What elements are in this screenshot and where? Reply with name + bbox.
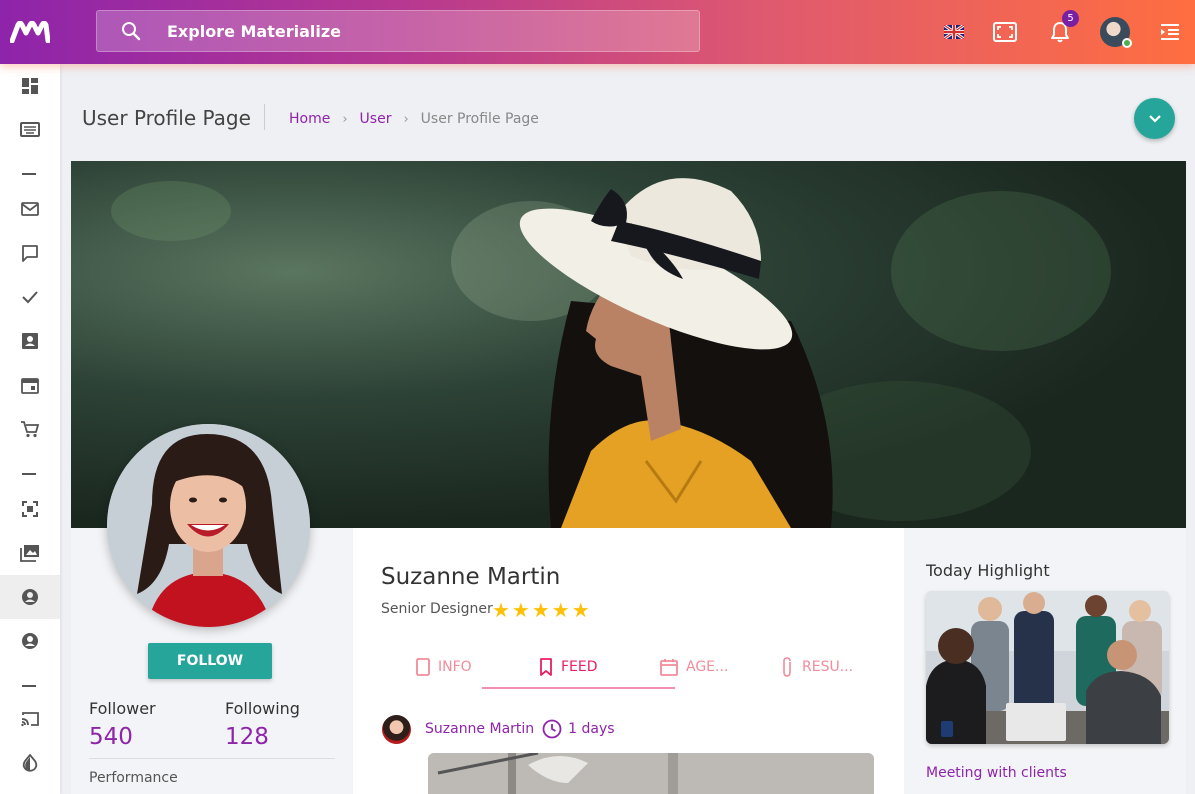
active-tab-indicator xyxy=(482,687,675,689)
materialize-logo[interactable] xyxy=(0,0,60,64)
follow-button[interactable]: FOLLOW xyxy=(148,643,272,679)
calendar-icon xyxy=(21,378,39,394)
profile-role: Senior Designer xyxy=(381,601,493,617)
clock-icon xyxy=(542,719,562,739)
sidebar-item-cast[interactable] xyxy=(0,697,60,741)
keyboard-icon xyxy=(20,122,40,137)
chat-icon xyxy=(22,245,38,262)
breadcrumb-current: User Profile Page xyxy=(420,111,539,127)
breadcrumb-user[interactable]: User xyxy=(360,111,392,127)
sidebar-item-mail[interactable] xyxy=(0,187,60,231)
contacts-icon xyxy=(22,333,38,349)
highlight-title: Today Highlight xyxy=(926,561,1050,580)
page-title: User Profile Page xyxy=(82,106,251,130)
sidebar-item-dashboard[interactable] xyxy=(0,64,60,108)
chevron-down-icon xyxy=(1148,114,1161,123)
chevron-right-icon: › xyxy=(342,111,348,127)
rating-stars: ★★★★★ xyxy=(492,598,592,622)
fullscreen-button[interactable] xyxy=(990,14,1020,50)
breadcrumb: Home › User › User Profile Page xyxy=(289,111,539,127)
user-avatar-button[interactable] xyxy=(1098,14,1132,50)
widgets-icon xyxy=(22,501,38,517)
sidebar-divider xyxy=(22,685,36,687)
follower-label: Follower xyxy=(89,699,156,718)
post-author-avatar xyxy=(382,714,411,744)
highlight-image[interactable] xyxy=(926,591,1169,744)
sidebar-item-contacts[interactable] xyxy=(0,319,60,363)
performance-label: Performance xyxy=(89,770,178,786)
paperclip-icon xyxy=(783,657,791,677)
profile-avatar-illustration xyxy=(107,424,310,627)
fullscreen-icon xyxy=(993,22,1017,42)
sidebar-divider xyxy=(22,473,36,475)
profile-picture xyxy=(107,424,310,627)
search-input[interactable]: Explore Materialize xyxy=(167,22,341,41)
follower-count: 540 xyxy=(89,724,133,750)
language-flag-button[interactable] xyxy=(940,14,968,50)
tab-label: AGE... xyxy=(686,659,729,675)
chevron-right-icon: › xyxy=(403,111,409,127)
sidebar-divider xyxy=(22,173,36,175)
check-icon xyxy=(22,291,38,304)
notifications-button[interactable]: 5 xyxy=(1046,10,1079,50)
bookmark-icon xyxy=(540,658,552,676)
post-image[interactable] xyxy=(428,753,874,794)
online-status-dot xyxy=(1122,38,1132,48)
actions-dropdown-button[interactable] xyxy=(1134,98,1175,139)
sidebar-item-widgets[interactable] xyxy=(0,487,60,531)
stats-divider xyxy=(89,758,335,759)
tab-resume[interactable]: RESU... xyxy=(780,654,853,680)
sidebar-item-calendar[interactable] xyxy=(0,363,60,407)
gallery-icon xyxy=(20,545,39,562)
invert-colors-icon xyxy=(22,754,38,772)
sidebar-item-templates[interactable] xyxy=(0,108,60,152)
following-label: Following xyxy=(225,699,300,718)
following-count: 128 xyxy=(225,724,269,750)
sidebar-item-user-profile[interactable] xyxy=(0,575,60,619)
notification-badge: 5 xyxy=(1062,10,1079,27)
uk-flag-icon xyxy=(944,25,964,39)
sidebar-item-chat[interactable] xyxy=(0,231,60,275)
post-author-name[interactable]: Suzanne Martin xyxy=(425,721,534,737)
highlight-caption[interactable]: Meeting with clients xyxy=(926,765,1067,781)
sidebar-item-users[interactable] xyxy=(0,619,60,663)
feed-post-header: Suzanne Martin 1 days xyxy=(382,714,615,744)
tab-info[interactable]: INFO xyxy=(416,654,472,680)
sidebar-item-ecommerce[interactable] xyxy=(0,407,60,451)
cart-icon xyxy=(21,421,40,438)
post-timestamp: 1 days xyxy=(542,719,615,739)
business-meeting-illustration xyxy=(926,591,1169,744)
cast-icon xyxy=(21,712,39,727)
tab-feed[interactable]: FEED xyxy=(539,654,598,680)
sidebar-item-gallery[interactable] xyxy=(0,531,60,575)
sidebar-item-theme[interactable] xyxy=(0,741,60,785)
dashboard-icon xyxy=(22,78,38,94)
tab-label: FEED xyxy=(561,659,598,675)
top-header: Explore Materialize 5 xyxy=(0,0,1195,64)
account-circle-icon xyxy=(22,633,38,649)
calendar-icon xyxy=(660,659,678,676)
account-circle-icon xyxy=(22,589,38,605)
tab-label: INFO xyxy=(438,659,472,675)
mail-icon xyxy=(21,202,39,216)
post-time-text: 1 days xyxy=(568,721,615,737)
sidebar xyxy=(0,64,60,794)
breadcrumb-home[interactable]: Home xyxy=(289,111,330,127)
search-icon xyxy=(122,22,141,41)
search-bar[interactable]: Explore Materialize xyxy=(96,10,700,52)
sidebar-item-todo[interactable] xyxy=(0,275,60,319)
right-sidebar-toggle[interactable] xyxy=(1156,14,1184,50)
tab-agenda[interactable]: AGE... xyxy=(660,654,728,680)
avatar xyxy=(1100,17,1132,48)
profile-name: Suzanne Martin xyxy=(381,564,561,590)
office-lamp-illustration xyxy=(428,753,874,794)
logo-icon xyxy=(10,21,50,43)
title-divider xyxy=(264,104,265,130)
format-indent-icon xyxy=(1161,24,1179,40)
tablet-icon xyxy=(416,658,430,676)
tab-label: RESU... xyxy=(802,659,854,675)
